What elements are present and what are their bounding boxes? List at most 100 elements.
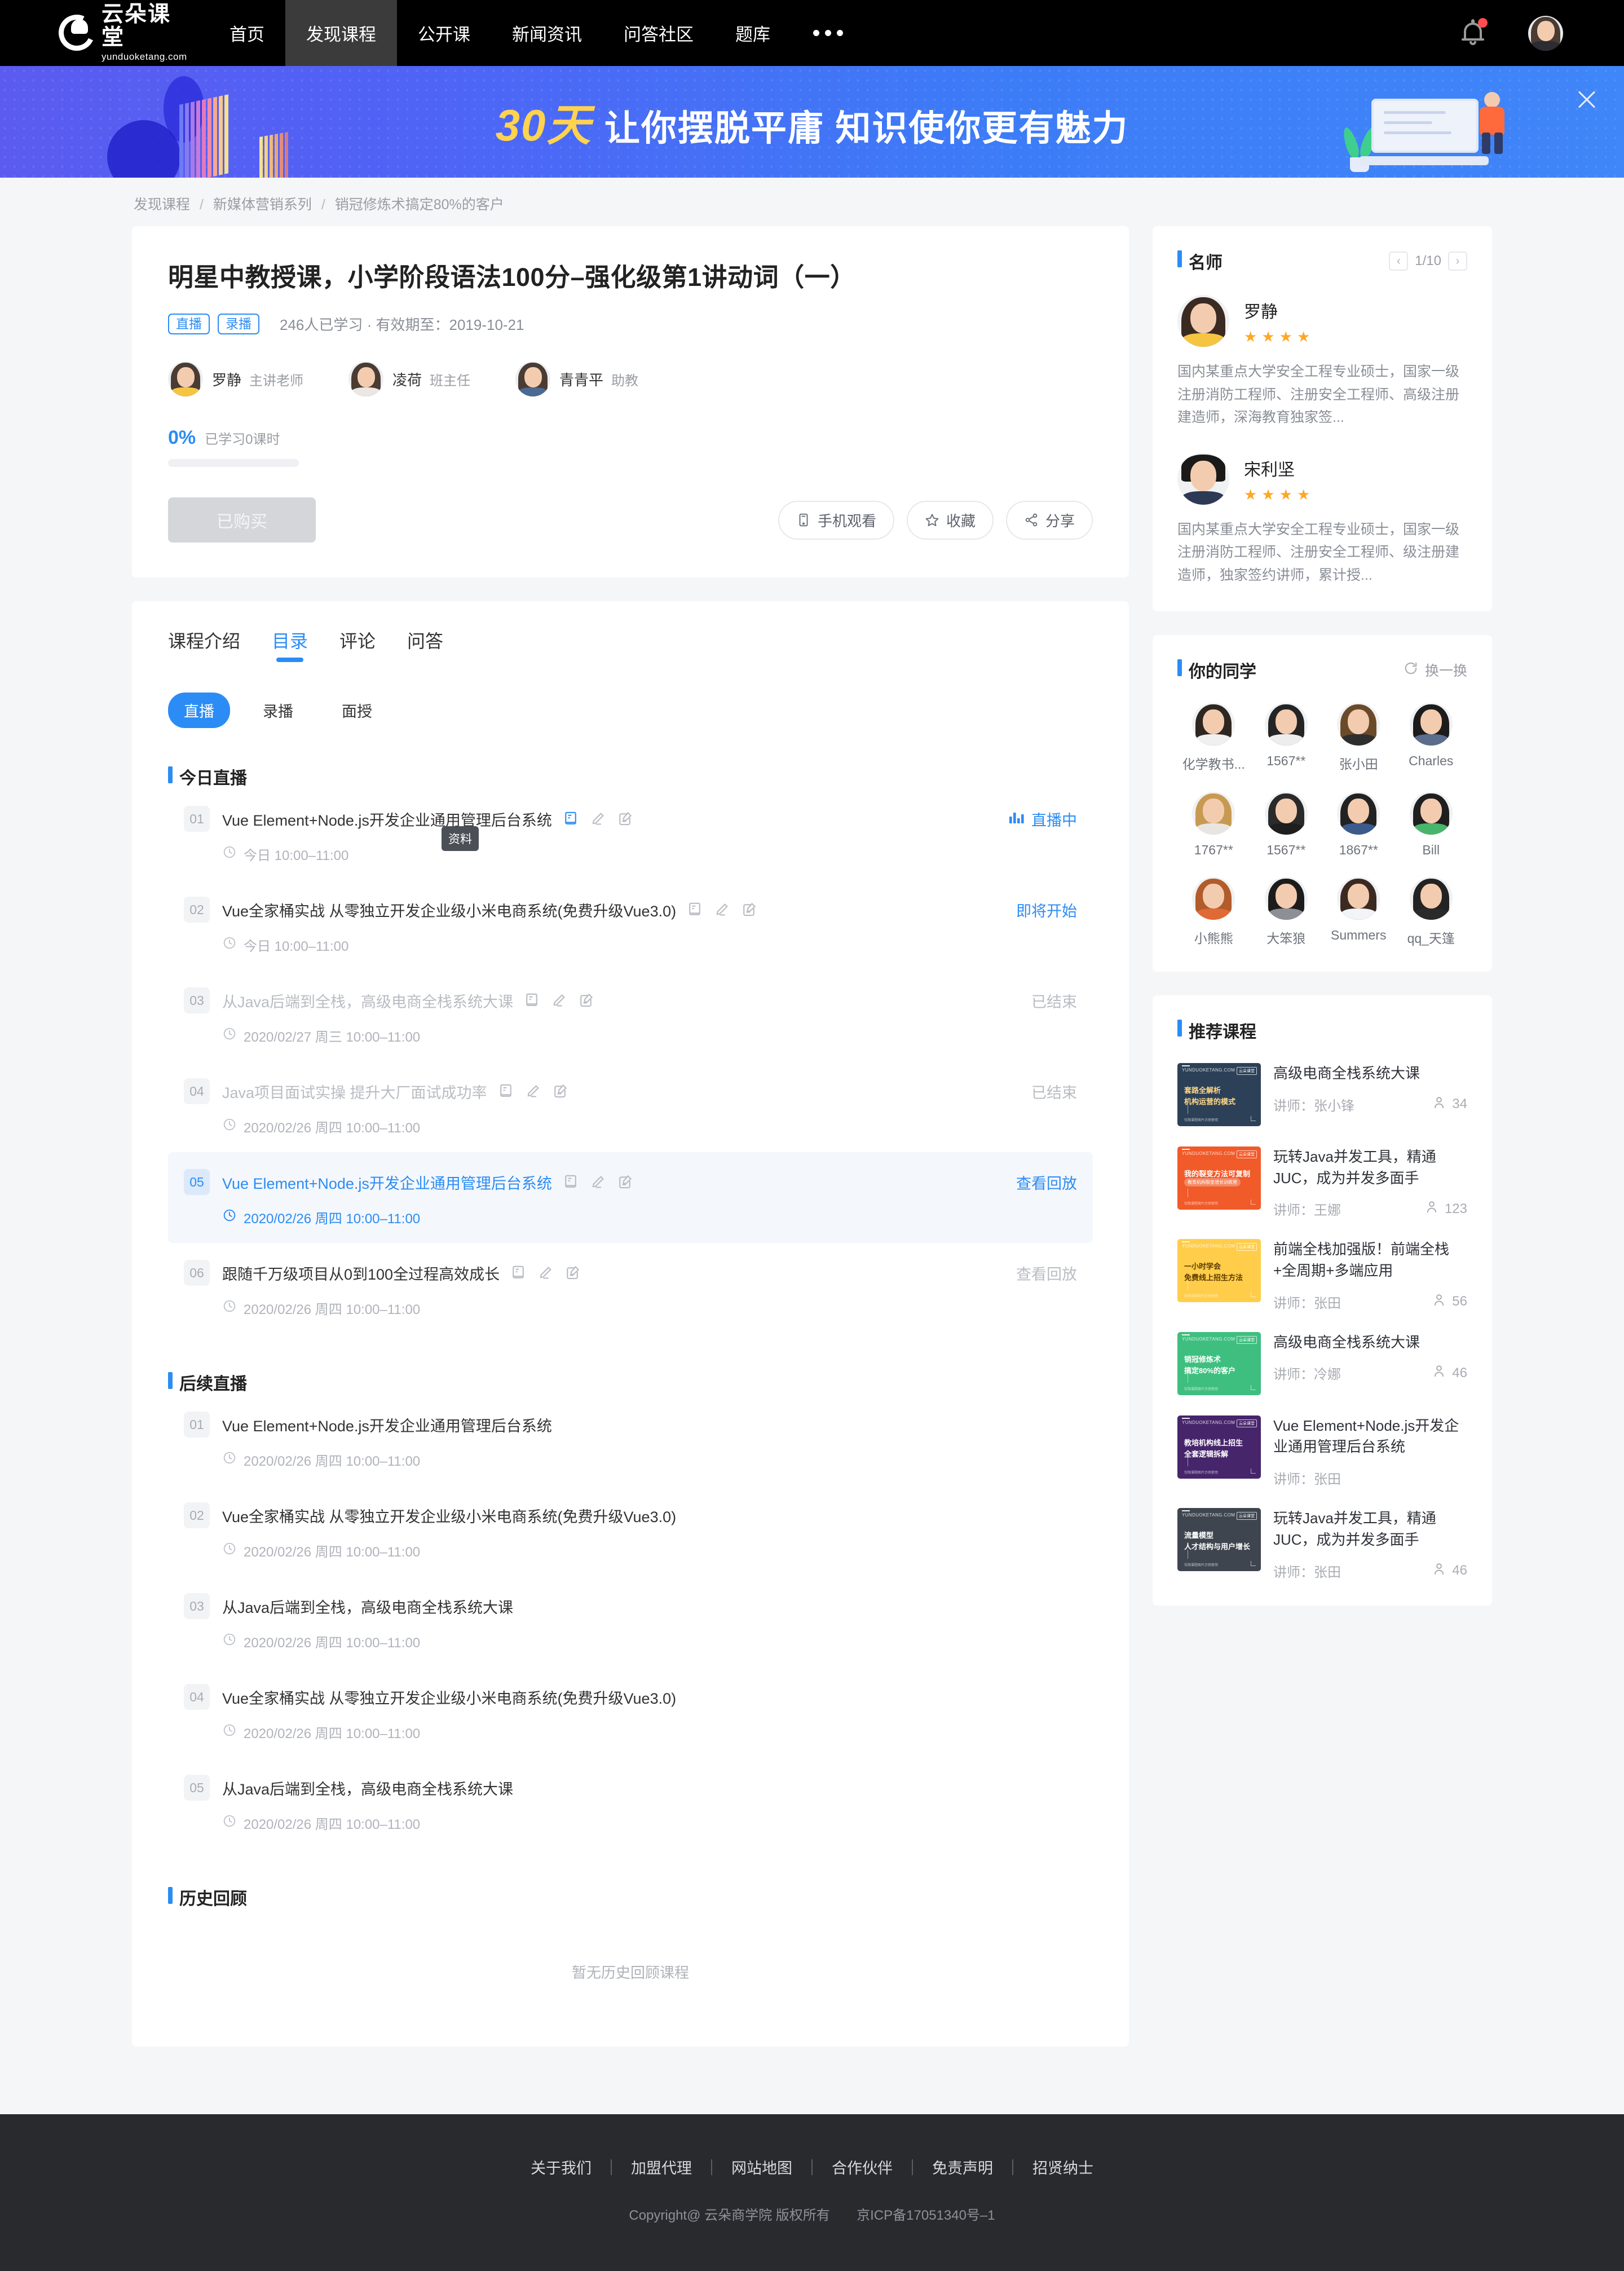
recommended-course-item[interactable]: YUNDUOKETANG.COM 云朵课堂 销冠修炼术 搞定80%的客户 仅限课程图片示… (1177, 1331, 1467, 1395)
lesson-title[interactable]: 从Java后端到全栈，高级电商全栈系统大课 (222, 1777, 513, 1799)
lesson-title[interactable]: Vue Element+Node.js开发企业通用管理后台系统 (222, 1171, 552, 1193)
materials-icon[interactable] (686, 901, 703, 918)
purchased-button[interactable]: 已购买 (168, 497, 316, 543)
tab-qa[interactable]: 问答 (407, 627, 443, 662)
teacher-profile[interactable]: 宋利坚 ★ ★ ★ ★ 国内某重点大学安全工程专业硕士，国家一级注册消防工程师、注册安全工… (1177, 452, 1467, 587)
materials-icon[interactable] (523, 992, 540, 1009)
favorite-button[interactable]: 收藏 (906, 500, 994, 540)
tab-comments[interactable]: 评论 (339, 627, 376, 662)
lesson-row[interactable]: 02 Vue全家桶实战 从零独立开发企业级小米电商系统(免费升级Vue3.0) 20… (168, 1485, 1093, 1576)
lesson-row[interactable]: 04 Vue全家桶实战 从零独立开发企业级小米电商系统(免费升级Vue3.0) 20… (168, 1667, 1093, 1758)
subtab-live[interactable]: 直播 (168, 693, 230, 728)
nav-item-public-class[interactable]: 公开课 (397, 0, 491, 66)
materials-icon[interactable] (510, 1264, 527, 1281)
lesson-status[interactable]: 查看回放 (1016, 1262, 1077, 1284)
exam-icon[interactable] (551, 1083, 568, 1100)
homework-icon[interactable] (589, 1174, 606, 1190)
recommended-course-item[interactable]: YUNDUOKETANG.COM 云朵课堂 一小时学会 免费线上招生方法 仅限课程图片示… (1177, 1239, 1467, 1311)
share-button[interactable]: 分享 (1005, 500, 1093, 540)
close-icon[interactable] (1574, 87, 1599, 112)
lesson-row[interactable]: 04 Java项目面试实操 提升大厂面试成功率 已结束 2020/02/26 周四 1… (168, 1061, 1093, 1152)
lesson-title[interactable]: Vue全家桶实战 从零独立开发企业级小米电商系统(免费升级Vue3.0) (222, 1686, 676, 1708)
classmate-item[interactable]: 小熊熊 (1177, 877, 1250, 947)
nav-item-qa-community[interactable]: 问答社区 (603, 0, 714, 66)
lesson-title[interactable]: Java项目面试实操 提升大厂面试成功率 (222, 1081, 487, 1103)
homework-icon[interactable] (550, 992, 567, 1009)
lesson-status[interactable]: 直播中 (1009, 808, 1077, 830)
exam-icon[interactable] (616, 1174, 633, 1190)
lesson-title[interactable]: 跟随千万级项目从0到100全过程高效成长 (222, 1262, 500, 1284)
footer-link[interactable]: 网站地图 (712, 2156, 811, 2178)
breadcrumb-item-1[interactable]: 新媒体营销系列 (213, 197, 312, 213)
bell-icon[interactable] (1460, 17, 1488, 47)
exam-icon[interactable] (740, 901, 757, 918)
exam-icon[interactable] (577, 992, 594, 1009)
teacher-item[interactable]: 青青平 助教 (515, 361, 638, 396)
classmate-item[interactable]: Bill (1395, 792, 1468, 858)
lesson-title[interactable]: Vue Element+Node.js开发企业通用管理后台系统 (222, 1414, 552, 1436)
breadcrumb-item-0[interactable]: 发现课程 (134, 197, 190, 213)
recommended-course-item[interactable]: YUNDUOKETANG.COM 云朵课堂 我的裂变方法可复制 教育机构裂变增长训练营… (1177, 1146, 1467, 1219)
site-logo[interactable]: 云朵课堂 yunduoketang.com (34, 3, 187, 63)
footer-link[interactable]: 加盟代理 (612, 2156, 711, 2178)
tab-catalog[interactable]: 目录 (272, 627, 308, 662)
lesson-row[interactable]: 06 跟随千万级项目从0到100全过程高效成长 查看回放 2020/02/26 周四 … (168, 1243, 1093, 1334)
promo-banner[interactable]: 30天 让你摆脱平庸 知识使你更有魅力 (0, 66, 1624, 178)
ellipsis-icon[interactable] (791, 0, 865, 66)
subtab-offline[interactable]: 面授 (326, 693, 388, 728)
chevron-right-icon[interactable]: › (1448, 252, 1467, 271)
lesson-title[interactable]: 从Java后端到全栈，高级电商全栈系统大课 (222, 990, 513, 1012)
lesson-row[interactable]: 03 从Java后端到全栈，高级电商全栈系统大课 2020/02/26 周四 10:… (168, 1576, 1093, 1667)
footer-link[interactable]: 免责声明 (913, 2156, 1012, 2178)
classmate-item[interactable]: 1567** (1250, 792, 1323, 858)
nav-item-home[interactable]: 首页 (209, 0, 285, 66)
subtab-recorded[interactable]: 录播 (247, 693, 309, 728)
user-avatar[interactable] (1528, 15, 1563, 51)
lesson-row[interactable]: 01 Vue Element+Node.js开发企业通用管理后台系统 2020/02… (168, 1395, 1093, 1485)
lesson-row[interactable]: 02 Vue全家桶实战 从零独立开发企业级小米电商系统(免费升级Vue3.0) 即将… (168, 880, 1093, 971)
teacher-item[interactable]: 罗静 主讲老师 (168, 361, 303, 396)
materials-icon[interactable] (562, 1174, 579, 1190)
classmate-item[interactable]: 张小田 (1322, 703, 1395, 773)
refresh-classmates-button[interactable]: 换一换 (1404, 660, 1467, 680)
tab-introduction[interactable]: 课程介绍 (168, 627, 240, 662)
lesson-title[interactable]: Vue全家桶实战 从零独立开发企业级小米电商系统(免费升级Vue3.0) (222, 1505, 676, 1527)
exam-icon[interactable] (616, 810, 633, 827)
nav-item-discover-courses[interactable]: 发现课程 (285, 0, 397, 66)
classmate-item[interactable]: Summers (1322, 877, 1395, 947)
materials-icon[interactable] (497, 1083, 514, 1100)
footer-link[interactable]: 关于我们 (511, 2156, 611, 2178)
classmate-item[interactable]: 化学教书... (1177, 703, 1250, 773)
exam-icon[interactable] (564, 1264, 581, 1281)
teacher-item[interactable]: 凌荷 班主任 (348, 361, 470, 396)
watch-on-phone-button[interactable]: 手机观看 (778, 500, 894, 540)
classmate-item[interactable]: qq_天篷 (1395, 877, 1468, 947)
lesson-row[interactable]: 01 Vue Element+Node.js开发企业通用管理后台系统 直播中 今日 1… (168, 789, 1093, 880)
classmate-item[interactable]: Charles (1395, 703, 1468, 773)
lesson-title[interactable]: Vue Element+Node.js开发企业通用管理后台系统 (222, 808, 552, 830)
lesson-row[interactable]: 05 Vue Element+Node.js开发企业通用管理后台系统 查看回放 202… (168, 1152, 1093, 1243)
classmate-item[interactable]: 1867** (1322, 792, 1395, 858)
homework-icon[interactable] (713, 901, 730, 918)
teacher-profile[interactable]: 罗静 ★ ★ ★ ★ 国内某重点大学安全工程专业硕士，国家一级注册消防工程师、注册安全工程… (1177, 295, 1467, 429)
materials-icon[interactable] (562, 810, 579, 827)
classmate-item[interactable]: 大笨狼 (1250, 877, 1323, 947)
footer-link[interactable]: 招贤纳士 (1013, 2156, 1113, 2178)
homework-icon[interactable] (537, 1264, 554, 1281)
lesson-title[interactable]: Vue全家桶实战 从零独立开发企业级小米电商系统(免费升级Vue3.0) (222, 899, 676, 921)
lesson-row[interactable]: 03 从Java后端到全栈，高级电商全栈系统大课 已结束 2020/02/27 周三 … (168, 971, 1093, 1061)
nav-item-question-bank[interactable]: 题库 (714, 0, 791, 66)
footer-link[interactable]: 合作伙伴 (813, 2156, 912, 2178)
lesson-status[interactable]: 已结束 (1031, 990, 1077, 1012)
lesson-status[interactable]: 即将开始 (1016, 899, 1077, 921)
lesson-status[interactable]: 已结束 (1031, 1081, 1077, 1103)
lesson-row[interactable]: 05 从Java后端到全栈，高级电商全栈系统大课 2020/02/26 周四 10:… (168, 1758, 1093, 1849)
lesson-title[interactable]: 从Java后端到全栈，高级电商全栈系统大课 (222, 1595, 513, 1617)
classmate-item[interactable]: 1767** (1177, 792, 1250, 858)
nav-item-news[interactable]: 新闻资讯 (491, 0, 603, 66)
recommended-course-item[interactable]: YUNDUOKETANG.COM 云朵课堂 教培机构线上招生 全套逻辑拆解 仅限课程图片… (1177, 1415, 1467, 1488)
recommended-course-item[interactable]: YUNDUOKETANG.COM 云朵课堂 套路全解析 机构运营的模式 仅限课程图片示例… (1177, 1063, 1467, 1126)
homework-icon[interactable] (524, 1083, 541, 1100)
homework-icon[interactable] (589, 810, 606, 827)
recommended-course-item[interactable]: YUNDUOKETANG.COM 云朵课堂 流量模型 人才结构与用户增长 仅限课程图片示… (1177, 1508, 1467, 1580)
